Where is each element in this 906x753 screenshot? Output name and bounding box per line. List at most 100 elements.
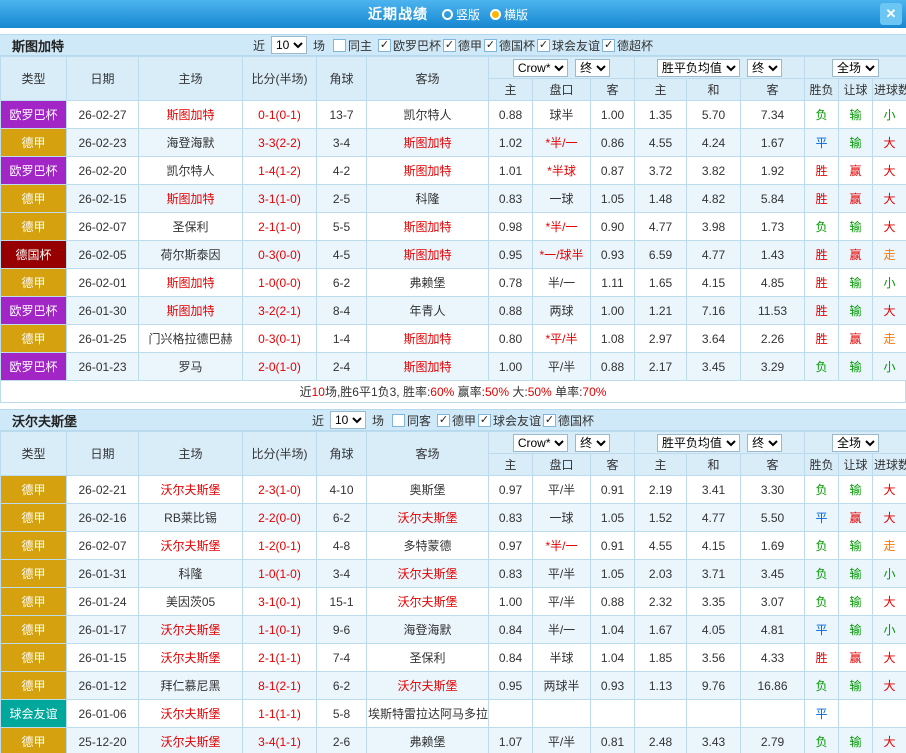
match-type-badge: 欧罗巴杯 (0, 352, 67, 381)
result-indicator: 负 (804, 727, 840, 753)
avg-draw: 3.82 (686, 156, 741, 185)
match-type-badge: 德甲 (0, 128, 67, 157)
match-type-badge: 德甲 (0, 671, 67, 700)
odds-home: 0.97 (488, 475, 533, 504)
avg-away: 4.85 (739, 268, 806, 297)
away-team: 弗赖堡 (366, 268, 489, 297)
away-team: 圣保利 (366, 643, 489, 672)
layout-radio-vertical[interactable]: 竖版 (441, 6, 480, 23)
odds-final-select[interactable]: 终 (575, 58, 611, 77)
result-indicator: 负 (804, 475, 840, 504)
match-type-badge: 德甲 (0, 615, 67, 644)
match-row: 德甲 26-01-17 沃尔夫斯堡 1-1(0-1) 9-6 海登海默 0.84 半/一 1.0… (0, 615, 906, 644)
col-header-away: 客场 (366, 56, 489, 101)
odds-away: 0.88 (590, 587, 635, 616)
league-filter-checkbox[interactable]: ✓ 球会友谊 (537, 37, 600, 54)
home-team: 圣保利 (138, 212, 243, 241)
match-score: 2-1(1-1) (242, 643, 317, 672)
league-filter-checkbox[interactable]: ✓ 德国杯 (543, 412, 594, 429)
corner-count: 7-4 (316, 643, 367, 672)
odds-source-select[interactable]: Crow* (512, 58, 568, 77)
odds-handicap: 半/一 (532, 615, 591, 644)
col-header-date: 日期 (66, 431, 139, 476)
avg-type-select[interactable]: 胜平负均值 (656, 58, 740, 77)
close-button[interactable]: ✕ (880, 3, 902, 25)
same-venue-checkbox[interactable]: 同客 (391, 412, 431, 429)
corner-count: 6-2 (316, 268, 367, 297)
goals-indicator: 小 (872, 352, 906, 381)
odds-away: 1.08 (590, 324, 635, 353)
match-row: 德国杯 26-02-05 荷尔斯泰因 0-3(0-0) 4-5 斯图加特 0.95 *一/球半… (0, 240, 906, 269)
match-row: 德甲 26-02-01 斯图加特 1-0(0-0) 6-2 弗赖堡 0.78 半/一 1.11 1… (0, 268, 906, 297)
match-type-badge: 德甲 (0, 184, 67, 213)
home-team: 海登海默 (138, 128, 243, 157)
league-filter-checkbox[interactable]: ✓ 德甲 (437, 412, 476, 429)
away-team: 奥斯堡 (366, 475, 489, 504)
same-venue-label: 同主 (347, 38, 372, 53)
match-date: 26-02-16 (66, 503, 139, 532)
avg-final-select[interactable]: 终 (747, 58, 783, 77)
odds-away: 0.91 (590, 531, 635, 560)
result-indicator: 胜 (804, 184, 840, 213)
same-venue-label: 同客 (406, 413, 431, 428)
scope-select[interactable]: 全场 (832, 58, 880, 77)
match-date: 26-02-23 (66, 128, 139, 157)
col-header-odds-away: 客 (590, 78, 635, 101)
match-score: 3-1(1-0) (242, 184, 317, 213)
recent-count-select[interactable]: 10 (329, 411, 366, 429)
avg-draw: 4.77 (686, 240, 741, 269)
match-type-badge: 德甲 (0, 324, 67, 353)
odds-source-select[interactable]: Crow* (512, 433, 568, 452)
avg-draw: 4.15 (686, 531, 741, 560)
checkbox-checked-icon: ✓ (602, 38, 616, 52)
avg-home: 1.21 (634, 296, 687, 325)
layout-radio-horizontal[interactable]: 横版 (490, 6, 528, 23)
result-indicator: 胜 (804, 268, 840, 297)
odds-handicap: 两球半 (532, 671, 591, 700)
avg-home: 2.32 (634, 587, 687, 616)
odds-handicap: *半/一 (532, 531, 591, 560)
league-filter-checkbox[interactable]: ✓ 球会友谊 (478, 412, 541, 429)
avg-draw: 3.64 (686, 324, 741, 353)
league-filter-checkbox[interactable]: ✓ 欧罗巴杯 (377, 37, 441, 54)
result-indicator: 负 (804, 352, 840, 381)
odds-home: 1.07 (488, 727, 533, 753)
checkbox-checked-icon: ✓ (537, 38, 551, 52)
match-row: 德甲 26-02-15 斯图加特 3-1(1-0) 2-5 科隆 0.83 一球 1.05 1.4… (0, 184, 906, 213)
league-filter-checkbox[interactable]: ✓ 德超杯 (602, 37, 653, 54)
avg-draw: 3.41 (686, 475, 741, 504)
match-row: 欧罗巴杯 26-01-30 斯图加特 3-2(2-1) 8-4 年青人 0.88 两球 1.00… (0, 296, 906, 325)
home-team: 科隆 (138, 559, 243, 588)
handicap-result-indicator: 输 (838, 531, 874, 560)
league-filter-checkbox[interactable]: ✓ 德甲 (443, 37, 482, 54)
odds-away: 1.04 (590, 643, 635, 672)
match-row: 德甲 26-02-16 RB莱比锡 2-2(0-0) 6-2 沃尔夫斯堡 0.83 一球 1.0… (0, 503, 906, 532)
home-team: 沃尔夫斯堡 (138, 643, 243, 672)
scope-select[interactable]: 全场 (832, 433, 880, 452)
summary-segment: 60% (430, 384, 455, 399)
col-header-avg-home: 主 (634, 78, 687, 101)
league-filter-checkbox[interactable]: ✓ 德国杯 (484, 37, 535, 54)
match-date: 26-02-07 (66, 212, 139, 241)
odds-final-select[interactable]: 终 (575, 433, 611, 452)
handicap-result-indicator (838, 699, 874, 728)
recent-count-select[interactable]: 10 (270, 36, 307, 54)
match-score: 1-2(0-1) (242, 531, 317, 560)
goals-indicator: 大 (872, 128, 906, 157)
avg-type-select[interactable]: 胜平负均值 (656, 433, 740, 452)
same-venue-checkbox[interactable]: 同主 (332, 37, 372, 54)
handicap-result-indicator: 输 (838, 352, 874, 381)
scope-header: 全场 (804, 56, 906, 79)
avg-draw: 4.05 (686, 615, 741, 644)
match-row: 德甲 26-02-07 沃尔夫斯堡 1-2(0-1) 4-8 多特蒙德 0.97 *半/一 0.… (0, 531, 906, 560)
odds-home: 0.84 (488, 643, 533, 672)
avg-final-select[interactable]: 终 (747, 433, 783, 452)
home-team: RB莱比锡 (138, 503, 243, 532)
checkbox-checked-icon: ✓ (478, 413, 492, 427)
handicap-result-indicator: 赢 (838, 156, 874, 185)
avg-away: 1.92 (739, 156, 806, 185)
checkbox-checked-icon: ✓ (443, 38, 456, 52)
checkbox-unchecked-icon (332, 38, 346, 52)
avg-draw: 3.35 (686, 587, 741, 616)
avg-draw: 3.98 (686, 212, 741, 241)
